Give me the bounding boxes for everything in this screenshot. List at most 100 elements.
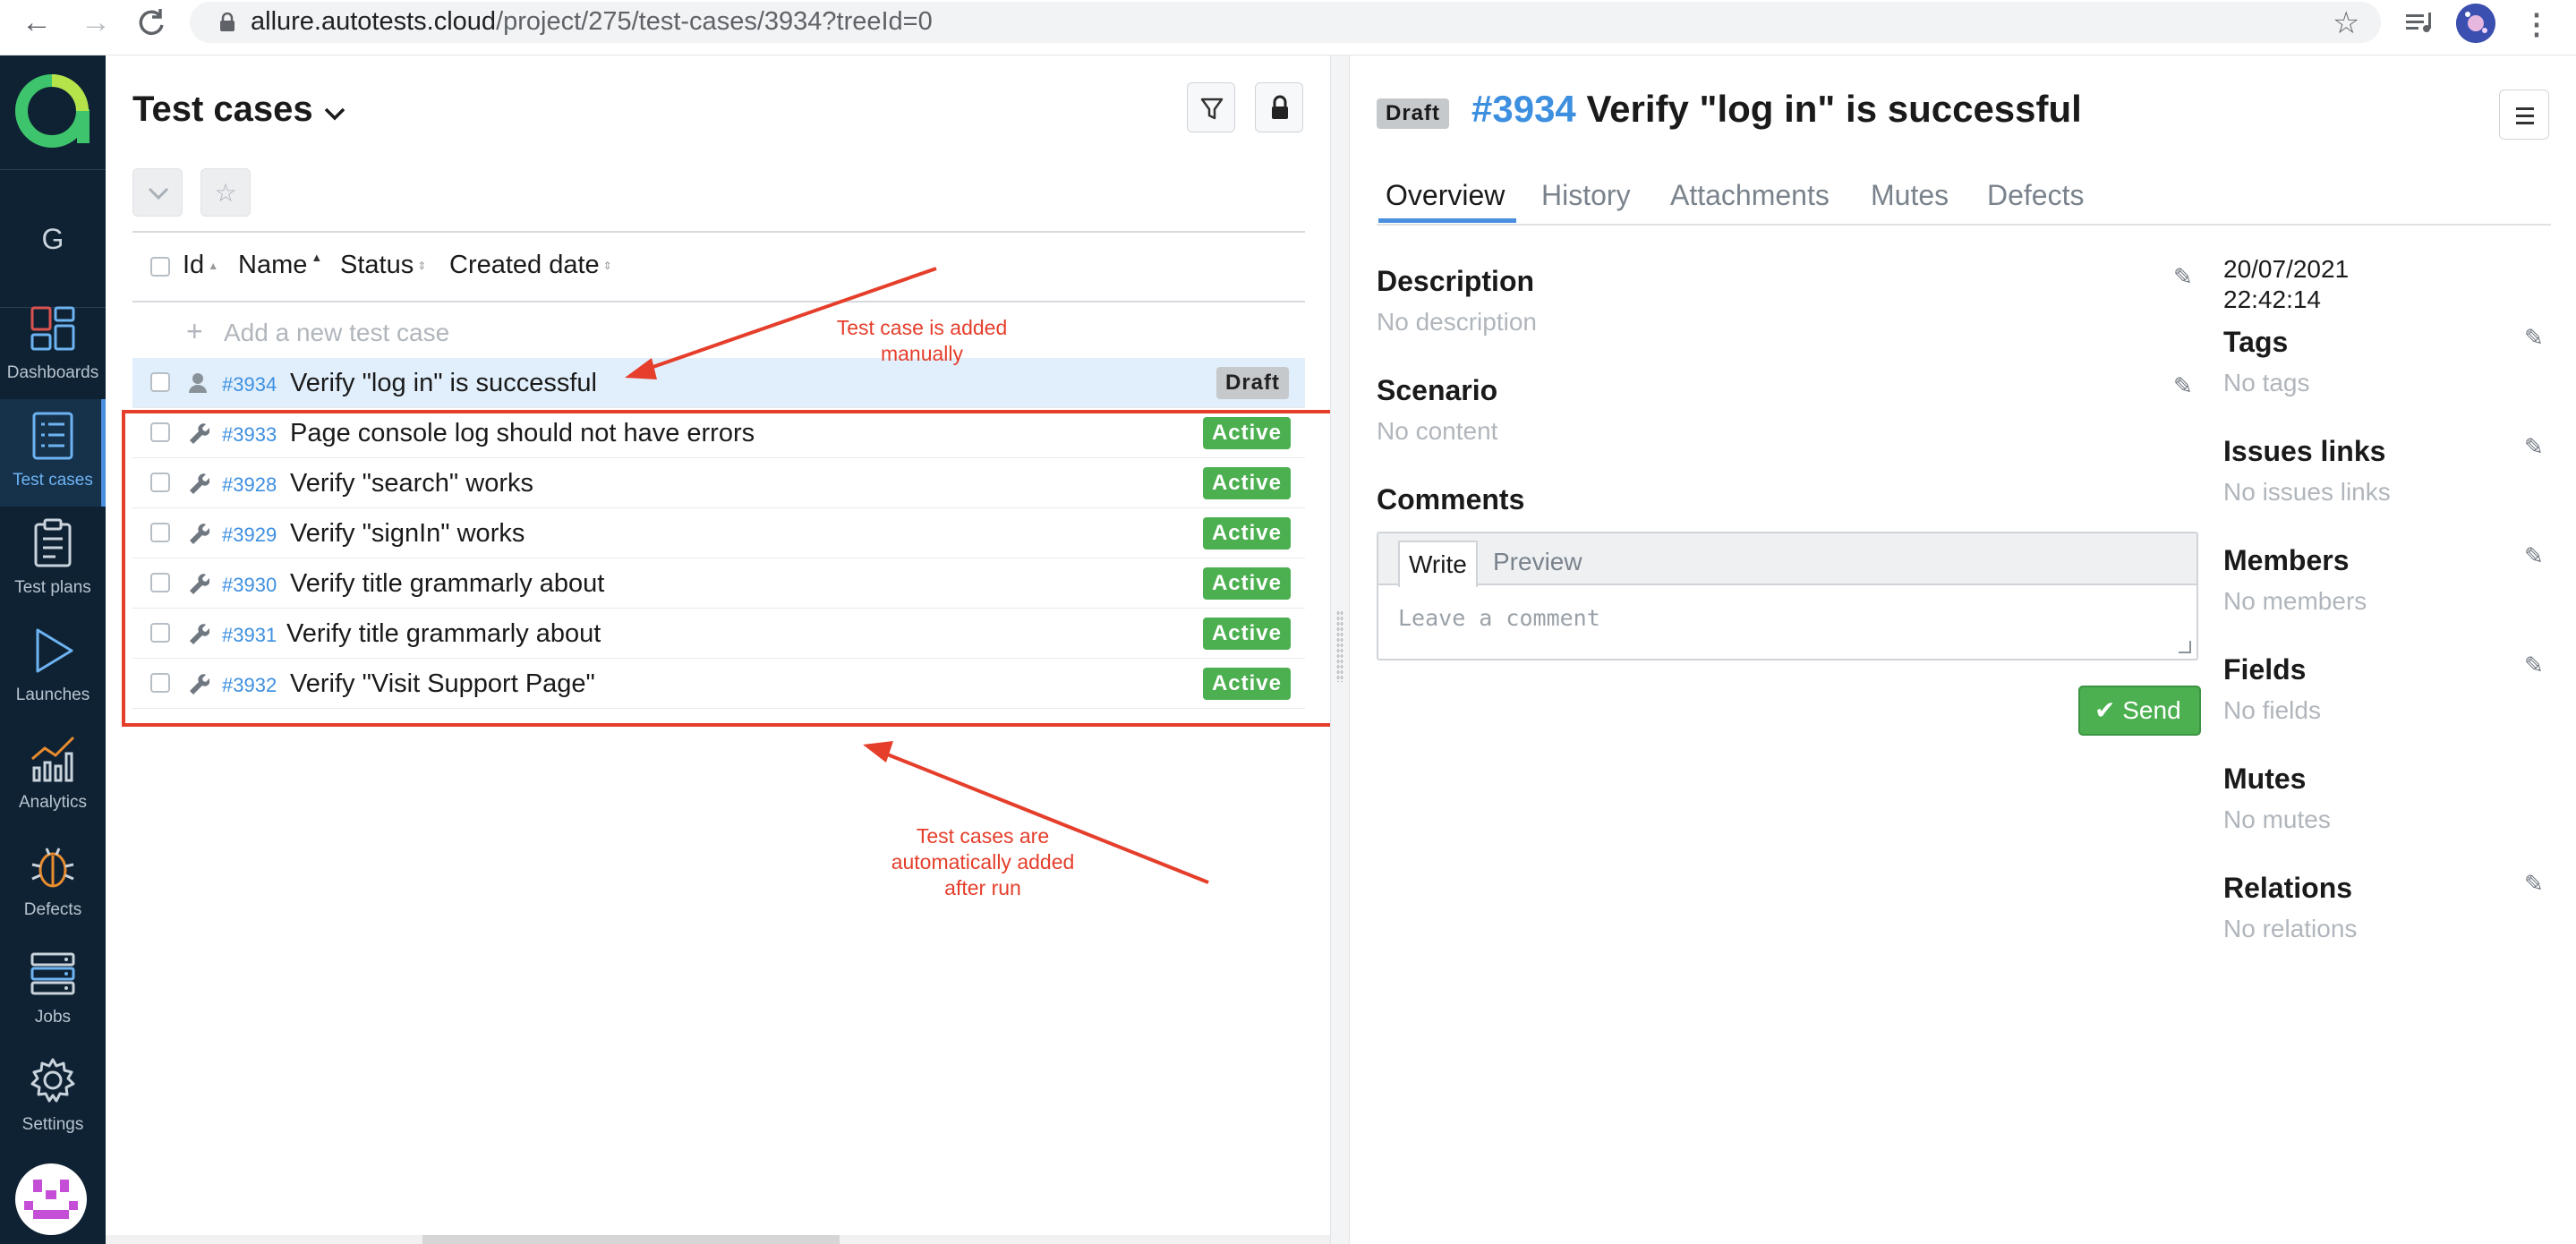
settings-icon [30,1058,75,1103]
hamburger-icon [2516,107,2534,124]
url-host: allure.autotests.cloud [251,7,497,36]
user-avatar[interactable] [15,1163,87,1235]
sidebar-item-label: Test cases [13,471,93,490]
bookmark-star-icon[interactable]: ☆ [2333,5,2359,41]
sidebar-item-label: Launches [15,686,90,704]
detail-menu-button[interactable] [2499,89,2549,140]
sidebar-item-label: Jobs [34,1008,72,1027]
tab-history[interactable]: History [1541,179,1631,212]
edit-issues-pencil-icon[interactable]: ✎ [2524,433,2544,461]
resize-handle-icon[interactable] [1336,610,1343,682]
sidebar-item-label: Analytics [18,793,88,812]
tags-value: No tags [2223,369,2310,396]
sidebar-item-dashboards[interactable]: Dashboards [0,292,106,399]
sidebar-item-defects[interactable]: Defects [0,829,106,936]
edit-fields-pencil-icon[interactable]: ✎ [2524,652,2544,679]
annotation-arrows [625,267,1209,884]
tab-defects[interactable]: Defects [1987,179,2084,212]
test-cases-icon [32,412,73,460]
relations-heading: Relations [2223,872,2353,904]
edit-description-pencil-icon[interactable]: ✎ [2173,263,2193,291]
edit-tags-pencil-icon[interactable]: ✎ [2524,324,2544,352]
sidebar-item-label: Settings [21,1115,84,1134]
mutes-value: No mutes [2223,805,2331,833]
issues-links-heading: Issues links [2223,435,2386,467]
media-queue-icon[interactable] [2404,9,2436,36]
fields-value: No fields [2223,696,2321,724]
tab-mutes[interactable]: Mutes [1871,179,1949,212]
reload-icon[interactable] [131,2,172,43]
tags-heading: Tags [2223,326,2289,358]
created-date-value: 20/07/2021 [2223,255,2350,283]
members-value: No members [2223,587,2367,615]
tab-attachments[interactable]: Attachments [1670,179,1830,212]
horizontal-scrollbar[interactable] [106,1235,1330,1244]
url-text: allure.autotests.cloud/project/275/test-… [251,7,933,37]
forward-icon[interactable]: → [75,2,116,43]
browser-menu-icon[interactable]: ⋮ [2522,7,2551,41]
edit-relations-pencil-icon[interactable]: ✎ [2524,870,2544,898]
description-value: No description [1377,308,1537,336]
test-plans-icon [34,518,72,567]
send-button-label: Send [2122,696,2181,724]
created-date: 20/07/2021 22:42:14 [2223,254,2349,315]
browser-toolbar: ← → allure.autotests.cloud/project/275/t… [0,0,2576,55]
sidebar-item-label: Defects [23,900,82,919]
relations-value: No relations [2223,915,2358,942]
tabs-divider [1377,224,2551,226]
annotation-text: manually [880,342,964,365]
scenario-value: No content [1377,417,1498,445]
resize-grip-icon[interactable] [2179,641,2191,653]
sidebar-item-test-plans[interactable]: Test plans [0,507,106,614]
created-time-value: 22:42:14 [2223,285,2321,313]
jobs-icon [30,952,75,995]
checkmark-icon: ✔ [2094,696,2116,724]
edit-members-pencil-icon[interactable]: ✎ [2524,542,2544,570]
annotation-manual: Test case is added manually [806,315,1038,367]
annotation-text: after run [944,876,1021,899]
comments-heading: Comments [1377,483,1525,515]
send-button[interactable]: ✔ Send [2078,686,2201,736]
annotation-auto: Test cases are automatically added after r… [857,823,1108,901]
launches-icon [36,628,73,673]
sidebar-item-label: Dashboards [6,363,99,382]
scrollbar-thumb[interactable] [422,1235,840,1244]
sidebar-item-launches[interactable]: Launches [0,614,106,721]
dashboards-icon [30,306,75,351]
analytics-icon [31,736,75,782]
tab-overview[interactable]: Overview [1386,179,1505,212]
detail-title: #3934 Verify "log in" is successful [1471,88,2082,131]
lock-icon [218,12,236,32]
issues-links-value: No issues links [2223,478,2391,506]
sidebar: G Dashboards Test cases Test plans Launc… [0,55,106,1244]
sidebar-item-jobs[interactable]: Jobs [0,936,106,1044]
url-path: /project/275/test-cases/3934?treeId=0 [496,7,933,36]
profile-avatar[interactable] [2456,4,2495,43]
sidebar-item-settings[interactable]: Settings [0,1044,106,1151]
comment-textarea[interactable]: Leave a comment [1398,605,1600,631]
annotation-text: Test cases are [916,824,1050,848]
mutes-heading: Mutes [2223,763,2307,795]
sidebar-item-test-cases[interactable]: Test cases [0,399,106,507]
preview-tab[interactable]: Preview [1484,541,1591,584]
back-icon[interactable]: ← [16,2,57,43]
annotation-text: Test case is added [836,316,1008,339]
description-heading: Description [1377,265,1535,297]
active-tab-indicator [1378,218,1516,223]
detail-id: #3934 [1471,88,1576,130]
project-initial[interactable]: G [0,170,106,308]
annotation-text: automatically added [891,850,1075,873]
fields-heading: Fields [2223,653,2307,686]
detail-title-text: Verify "log in" is successful [1586,88,2082,130]
members-heading: Members [2223,544,2350,576]
allure-logo[interactable] [0,55,106,170]
sidebar-item-label: Test plans [14,578,91,597]
scenario-heading: Scenario [1377,374,1498,406]
write-tab[interactable]: Write [1398,541,1478,587]
sidebar-item-analytics[interactable]: Analytics [0,721,106,829]
comment-editor: Write Preview Leave a comment [1377,532,2198,660]
edit-scenario-pencil-icon[interactable]: ✎ [2173,372,2193,400]
panel-resizer[interactable] [1330,55,1350,1244]
defects-icon [31,848,74,888]
detail-status-badge: Draft [1377,98,1450,129]
